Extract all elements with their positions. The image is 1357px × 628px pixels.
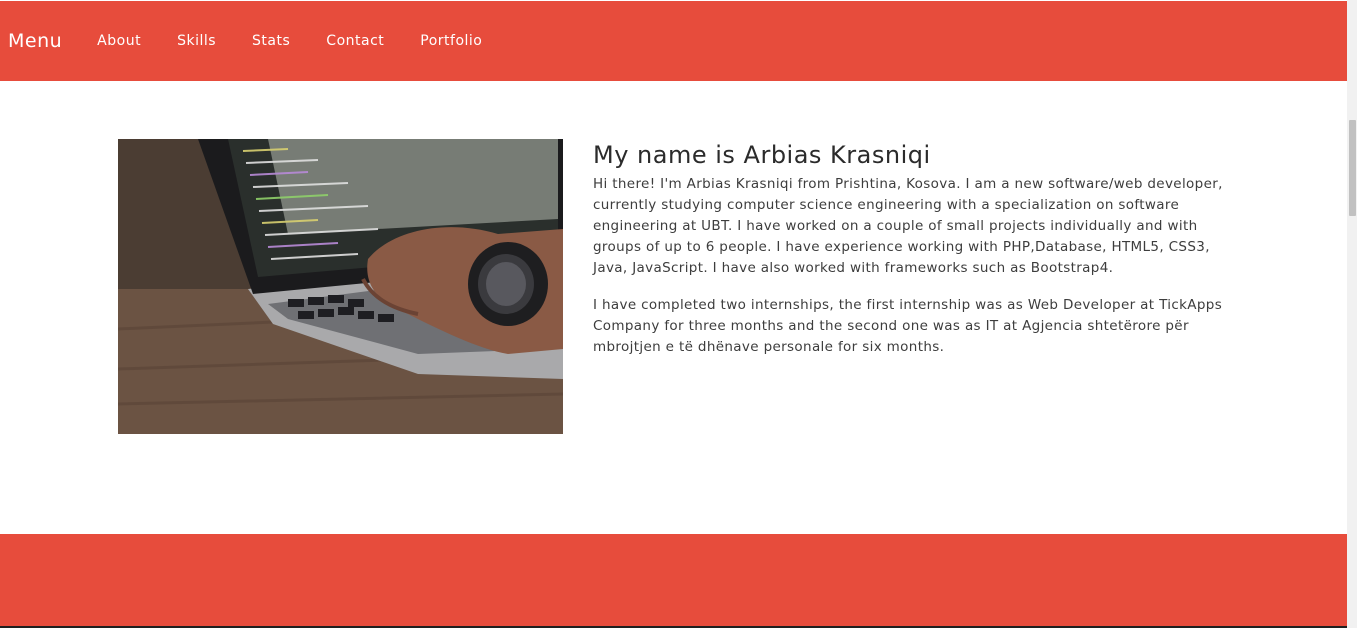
- next-section: [0, 534, 1347, 626]
- navbar: Menu About Skills Stats Contact Portfoli…: [0, 1, 1347, 81]
- nav-link-about[interactable]: About: [97, 33, 141, 49]
- page-scrollbar[interactable]: [1347, 0, 1357, 628]
- nav-link-skills[interactable]: Skills: [177, 33, 216, 49]
- nav-link-stats[interactable]: Stats: [252, 33, 290, 49]
- nav-link-contact[interactable]: Contact: [326, 33, 384, 49]
- about-paragraph-intro: Hi there! I'm Arbias Krasniqi from Prish…: [593, 176, 1223, 276]
- nav-link-portfolio[interactable]: Portfolio: [420, 33, 482, 49]
- menu-brand[interactable]: Menu: [8, 30, 62, 52]
- about-paragraph-internships: I have completed two internships, the fi…: [593, 297, 1223, 355]
- laptop-illustration: [118, 139, 563, 434]
- page: Menu About Skills Stats Contact Portfoli…: [0, 0, 1347, 628]
- laptop-typing-photo: [118, 139, 563, 434]
- about-section: My name is Arbias Krasniqi Hi there! I'm…: [0, 81, 1347, 534]
- scrollbar-thumb[interactable]: [1349, 120, 1356, 216]
- about-text: My name is Arbias Krasniqi Hi there! I'm…: [593, 139, 1233, 374]
- about-title: My name is Arbias Krasniqi: [593, 141, 931, 169]
